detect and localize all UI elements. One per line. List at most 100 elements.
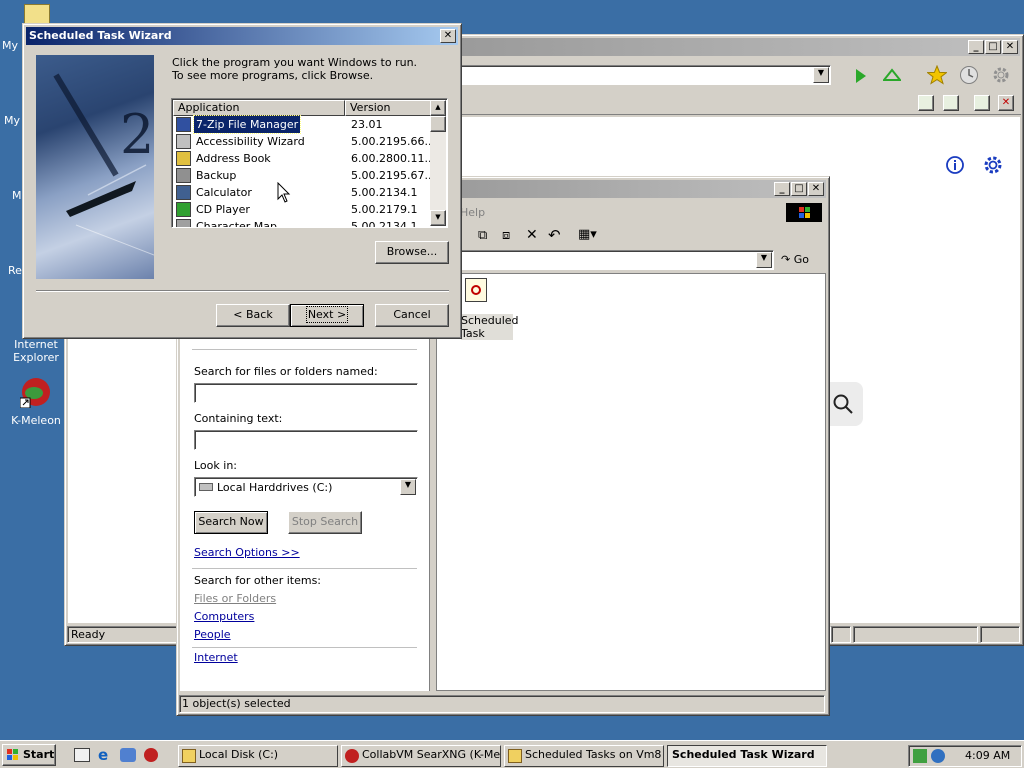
browse-label: Browse... [386, 245, 438, 258]
other-item-computers-link[interactable]: Computers [194, 610, 254, 623]
program-name: 7-Zip File Manager [192, 115, 302, 134]
files-input[interactable] [194, 383, 418, 403]
program-row[interactable]: Character Map 5.00.2134.1 [173, 218, 433, 228]
volume-icon[interactable] [931, 749, 945, 763]
lookin-select[interactable]: Local Harddrives (C:) ▼ [194, 477, 418, 497]
column-header-version[interactable]: Version [345, 100, 431, 116]
menu-help[interactable]: Help [460, 206, 485, 219]
wizard-titlebar: Scheduled Task Wizard ✕ [26, 27, 458, 45]
divider [192, 568, 417, 569]
desktop-icon-label: K-Meleon [11, 414, 61, 427]
info-icon[interactable] [945, 155, 965, 175]
program-name: Accessibility Wizard [196, 135, 305, 148]
taskbar-task-wizard[interactable]: Scheduled Task Wizard [667, 745, 827, 767]
other-item-files-link[interactable]: Files or Folders [194, 592, 276, 605]
result-item[interactable]: Scheduled Task [461, 276, 519, 340]
search-options-link[interactable]: Search Options >> [194, 546, 300, 559]
back-button[interactable]: < Back [216, 304, 290, 327]
program-name: Address Book [196, 152, 271, 165]
settings-icon[interactable] [982, 154, 1004, 176]
scroll-down-button[interactable]: ▼ [430, 210, 446, 226]
start-button[interactable]: Start [2, 744, 56, 766]
maximize-button[interactable]: □ [791, 182, 807, 196]
up-arrow-icon[interactable] [883, 67, 901, 83]
list-scrollbar[interactable]: ▲ ▼ [430, 100, 446, 226]
system-tray: 4:09 AM [908, 745, 1022, 767]
views-icon[interactable]: ▦▾ [578, 227, 597, 242]
stop-search-label: Stop Search [291, 515, 359, 528]
program-version: 5.00.2134.1 [351, 220, 418, 228]
cancel-button[interactable]: Cancel [375, 304, 449, 327]
address-dropdown-button[interactable]: ▼ [813, 67, 829, 83]
minimize-button[interactable]: _ [774, 182, 790, 196]
program-row[interactable]: 7-Zip File Manager 23.01 [173, 115, 433, 134]
k-meleon-icon[interactable] [144, 748, 158, 762]
move-to-icon[interactable]: ⧉ [478, 228, 487, 243]
wizard-illustration: 2 [36, 55, 154, 279]
drive-icon [199, 483, 213, 491]
calculator-icon [176, 185, 191, 200]
close-button[interactable]: ✕ [1002, 40, 1018, 54]
browser-address-bar[interactable]: ▼ [455, 65, 831, 85]
close-button[interactable]: ✕ [440, 29, 456, 43]
k-meleon-icon [345, 749, 359, 763]
status-pane-3 [853, 626, 978, 643]
program-row[interactable]: Accessibility Wizard 5.00.2195.66... [173, 133, 435, 150]
program-row[interactable]: Address Book 6.00.2800.11... [173, 150, 435, 167]
column-header-application[interactable]: Application [173, 100, 345, 116]
taskbar-task-collabvm[interactable]: CollabVM SearXNG (K-Mel... [341, 745, 501, 767]
status-pane-2 [831, 626, 851, 643]
next-button[interactable]: Next > [290, 304, 364, 327]
outlook-express-icon[interactable] [120, 748, 136, 762]
desktop-icon-internet-explorer[interactable]: Internet Explorer [0, 338, 72, 364]
containing-input[interactable] [194, 430, 418, 450]
gear-icon[interactable] [991, 65, 1011, 85]
new-tab-button[interactable] [974, 95, 990, 111]
delete-icon[interactable]: ✕ [526, 227, 538, 243]
search-now-button[interactable]: Search Now [194, 511, 268, 534]
program-row[interactable]: Calculator 5.00.2134.1 [173, 184, 433, 201]
address-dropdown-button[interactable]: ▼ [756, 252, 772, 268]
internet-explorer-icon[interactable]: e [98, 746, 108, 764]
other-item-internet-link[interactable]: Internet [194, 651, 238, 664]
close-tab-button[interactable]: ✕ [998, 95, 1014, 111]
go-button[interactable]: ↷ Go [781, 251, 821, 269]
search-statusbar: 1 object(s) selected [179, 695, 825, 713]
taskbar-task-local-disk[interactable]: Local Disk (C:) [178, 745, 338, 767]
show-desktop-icon[interactable] [74, 748, 90, 762]
program-list[interactable]: Application Version 7-Zip File Manager 23… [171, 98, 448, 228]
taskbar-task-scheduled-tasks[interactable]: Scheduled Tasks on Vm8 [504, 745, 664, 767]
scroll-up-button[interactable]: ▲ [430, 100, 446, 116]
scroll-thumb[interactable] [430, 116, 446, 132]
search-button[interactable] [829, 382, 863, 426]
maximize-button[interactable]: □ [985, 40, 1001, 54]
program-version: 5.00.2179.1 [351, 203, 418, 216]
stop-search-button[interactable]: Stop Search [288, 511, 362, 534]
browse-button[interactable]: Browse... [375, 241, 449, 264]
program-row[interactable]: Backup 5.00.2195.67... [173, 167, 435, 184]
history-icon[interactable] [959, 65, 979, 85]
desktop-icon-k-meleon[interactable]: K-Meleon [0, 376, 72, 428]
close-button[interactable]: ✕ [808, 182, 824, 196]
cd-player-icon [176, 202, 191, 217]
backup-icon [176, 168, 191, 183]
bookmark-star-icon[interactable] [927, 65, 947, 85]
tab-button-2[interactable] [943, 95, 959, 111]
copy-to-icon[interactable]: ⧈ [502, 228, 510, 243]
svg-text:2: 2 [120, 103, 154, 166]
lookin-dropdown-button[interactable]: ▼ [400, 479, 416, 495]
windows-logo-icon [786, 203, 822, 222]
program-row[interactable]: CD Player 5.00.2179.1 [173, 201, 433, 218]
undo-icon[interactable]: ↶ [548, 226, 561, 244]
play-icon[interactable] [853, 68, 869, 84]
search-pane: Search for files or folders named: Conta… [180, 339, 430, 691]
divider [192, 647, 417, 648]
other-item-people-link[interactable]: People [194, 628, 231, 641]
address-field[interactable]: ▼ [460, 250, 774, 270]
go-arrow-icon: ↷ [781, 253, 791, 266]
minimize-button[interactable]: _ [968, 40, 984, 54]
tab-button-1[interactable] [918, 95, 934, 111]
clock[interactable]: 4:09 AM [965, 749, 1010, 762]
cancel-label: Cancel [393, 308, 431, 321]
network-icon[interactable] [913, 749, 927, 763]
